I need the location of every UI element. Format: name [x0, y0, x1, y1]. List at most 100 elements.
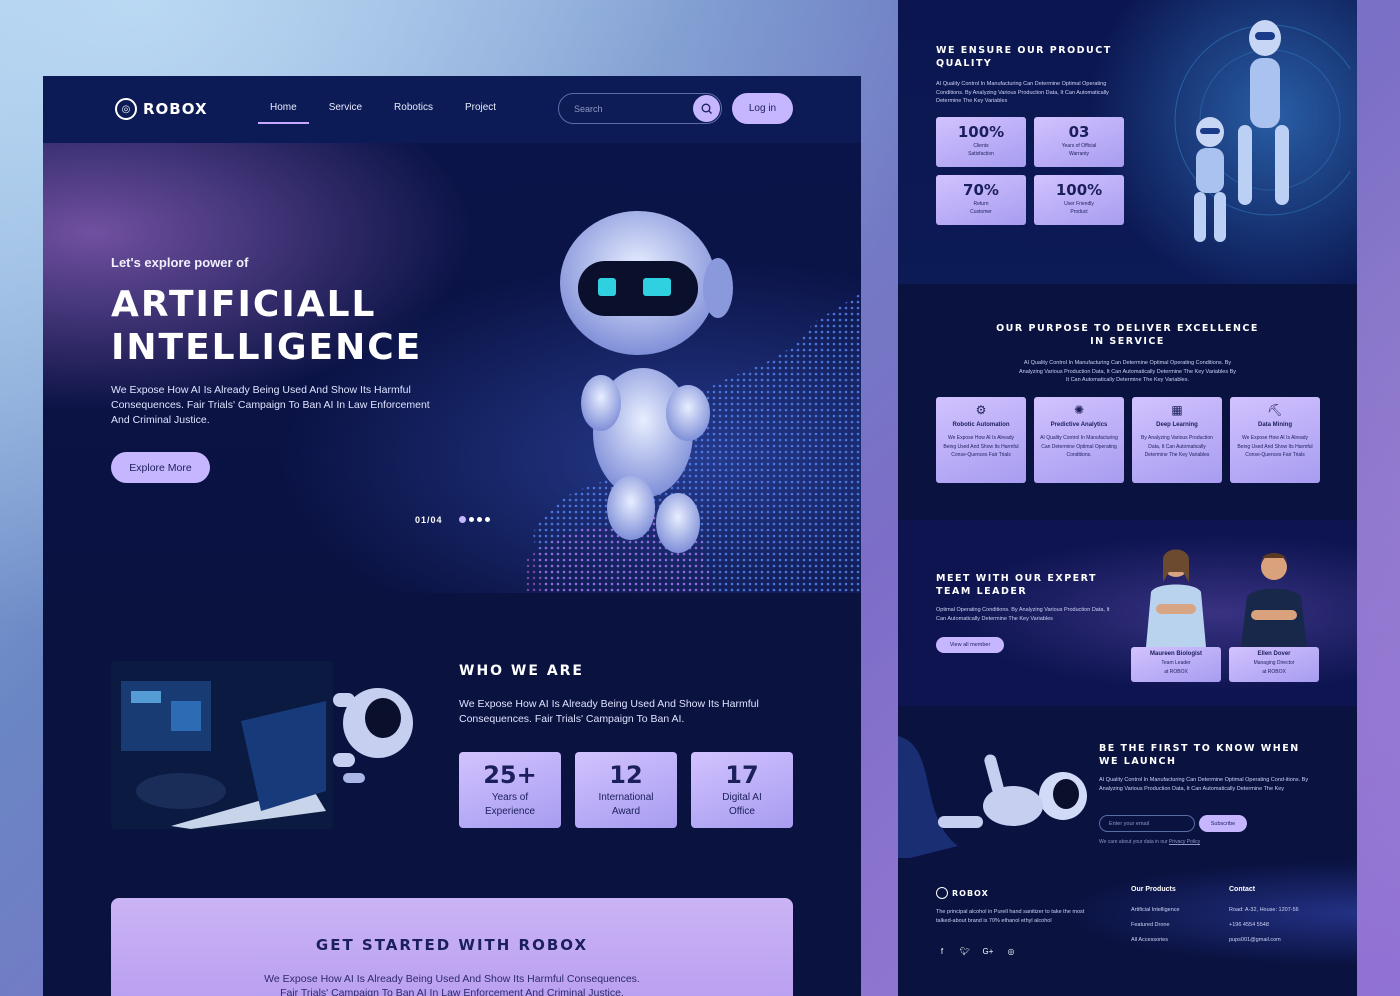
quality-title: WE ENSURE OUR PRODUCT QUALITY: [936, 44, 1112, 70]
quality-title-line1: WE ENSURE OUR PRODUCT: [936, 45, 1112, 56]
quality-card-user-friendly: 100% User Friendly Product: [1034, 175, 1124, 225]
quality-card-label: Years of Official Warranty: [1034, 142, 1124, 158]
privacy-policy-link[interactable]: Privacy Policy: [1169, 839, 1200, 845]
logo-icon: ◎: [115, 98, 137, 120]
quality-card-satisfaction: 100% Clients Satisfaction: [936, 117, 1026, 167]
purpose-section: OUR PURPOSE TO DELIVER EXCELLENCE IN SER…: [898, 284, 1357, 520]
slide-dot-1[interactable]: [459, 516, 466, 523]
quality-card-value: 03: [1068, 123, 1090, 141]
member-role-line2: at ROBOX: [1262, 668, 1286, 675]
service-card-desc: We Expose How AI Is Already Being Used A…: [943, 435, 1019, 458]
facebook-icon[interactable]: f: [936, 945, 948, 957]
humanoid-robots-image: [1174, 20, 1350, 242]
team-title: MEET WITH OUR EXPERT TEAM LEADER: [936, 572, 1097, 598]
navbar: ◎ ROBOX Home Service Robotics Project Se…: [43, 76, 861, 143]
login-button[interactable]: Log in: [732, 93, 793, 124]
quality-label-line2: Product: [1070, 209, 1088, 215]
nav-robotics[interactable]: Robotics: [382, 102, 445, 124]
landing-page-secondary: WE ENSURE OUR PRODUCT QUALITY AI Quality…: [898, 0, 1357, 996]
quality-card-value: 100%: [957, 123, 1005, 141]
service-card-robotic-automation[interactable]: ⚙ Robotic Automation We Expose How AI Is…: [936, 397, 1026, 483]
purpose-title-line2: IN SERVICE: [1090, 336, 1165, 347]
member-name: Maureen Biologist: [1149, 651, 1202, 657]
launch-title: BE THE FIRST TO KNOW WHEN WE LAUNCH: [1099, 742, 1300, 768]
view-all-members-button[interactable]: View all member: [936, 637, 1004, 653]
search-input[interactable]: Search: [558, 93, 722, 124]
purpose-title: OUR PURPOSE TO DELIVER EXCELLENCE IN SER…: [898, 322, 1357, 348]
quality-label-line1: Years of Official: [1061, 143, 1097, 149]
stat-label: Digital AI Office: [691, 791, 793, 819]
footer-contact-title: Contact: [1229, 886, 1256, 893]
service-card-deep-learning[interactable]: ▦ Deep Learning By Analyzing Various Pro…: [1132, 397, 1222, 483]
explore-more-button[interactable]: Explore More: [111, 452, 210, 483]
launch-title-line1: BE THE FIRST TO KNOW WHEN: [1099, 743, 1300, 754]
twitter-icon[interactable]: 🐦︎: [959, 945, 971, 957]
brain-chart-icon: ✺: [1073, 403, 1085, 417]
nav-service[interactable]: Service: [317, 102, 374, 124]
purpose-desc-line1: AI Quality Control In Manufacturing Can …: [1023, 360, 1232, 366]
slide-dot-3[interactable]: [477, 517, 482, 522]
purpose-desc-line2: Analyzing Various Production Data, It Ca…: [1018, 368, 1237, 375]
footer-contact-phone[interactable]: +196 4554 5548: [1229, 922, 1269, 928]
slide-dot-4[interactable]: [485, 517, 490, 522]
quality-label-line2: Customer: [970, 209, 992, 215]
stat-card-award: 12 International Award: [575, 752, 677, 828]
footer-logo-text: ROBOX: [952, 888, 989, 898]
purpose-title-line1: OUR PURPOSE TO DELIVER EXCELLENCE: [996, 323, 1259, 334]
logo-icon: [936, 887, 948, 899]
footer-product-link[interactable]: All Accessories: [1131, 937, 1168, 943]
launch-title-line2: WE LAUNCH: [1099, 756, 1177, 767]
subscribe-button[interactable]: Subscribe: [1199, 815, 1247, 832]
launch-description: AI Quality Control In Manufacturing Can …: [1099, 777, 1309, 792]
hero-title-line2: INTELLIGENCE: [111, 327, 423, 368]
instagram-icon[interactable]: ◎: [1005, 945, 1017, 957]
stat-label-line1: International: [598, 792, 654, 803]
get-started-section: GET STARTED WITH ROBOX We Expose How AI …: [111, 898, 793, 996]
slide-dots: [459, 516, 490, 523]
quality-description: AI Quality Control In Manufacturing Can …: [936, 81, 1109, 104]
search-button[interactable]: [693, 95, 720, 122]
robot-arm-icon: ⚙: [975, 403, 987, 417]
team-member-card[interactable]: Maureen Biologist Team Leader at ROBOX: [1131, 542, 1221, 682]
footer-product-link[interactable]: Featured Drone: [1131, 922, 1170, 928]
member-role: Team Leader at ROBOX: [1131, 659, 1221, 676]
hero-title-line1: ARTIFICIALL: [111, 284, 377, 325]
quality-section: WE ENSURE OUR PRODUCT QUALITY AI Quality…: [898, 0, 1357, 284]
member-name: Ellen Dover: [1257, 651, 1291, 657]
footer: ROBOX The principal alcohol in Purell ha…: [898, 858, 1357, 996]
get-started-description: We Expose How AI Is Already Being Used A…: [111, 972, 793, 996]
footer-logo[interactable]: ROBOX: [936, 887, 989, 899]
quality-label-line2: Satisfaction: [968, 151, 994, 157]
email-field[interactable]: Enter your email: [1099, 815, 1195, 832]
team-description: Optimal Operating Conditions. By Analyzi…: [936, 607, 1110, 622]
service-card-data-mining[interactable]: ⛏ Data Mining We Expose How AI Is Alread…: [1230, 397, 1320, 483]
quality-card-label: Return Customer: [936, 200, 1026, 216]
nav-project[interactable]: Project: [453, 102, 508, 124]
slide-dot-2[interactable]: [469, 517, 474, 522]
service-card-predictive-analytics[interactable]: ✺ Predictive Analytics AI Quality Contro…: [1034, 397, 1124, 483]
footer-product-link[interactable]: Artificial Intelligence: [1131, 907, 1180, 913]
stat-label-line1: Digital AI: [722, 792, 762, 803]
logo-text: ROBOX: [143, 100, 208, 118]
brand-logo[interactable]: ◎ ROBOX: [115, 98, 208, 120]
footer-contact-email[interactable]: pups001@gmail.com: [1229, 937, 1281, 943]
member-role-line2: at ROBOX: [1164, 668, 1188, 675]
data-mining-icon: ⛏: [1267, 403, 1283, 417]
quality-card-label: User Friendly Product: [1034, 200, 1124, 216]
purpose-desc-line3: It Can Automatically Determine The Key V…: [1066, 377, 1189, 383]
stat-label-line2: Award: [611, 806, 641, 817]
service-card-desc: We Expose How AI Is Already Being Used A…: [1237, 435, 1313, 458]
quality-card-warranty: 03 Years of Official Warranty: [1034, 117, 1124, 167]
get-started-desc-line2: Fair Trials' Campaign To Ban AI In Law E…: [280, 987, 624, 996]
quality-label-line1: Return: [973, 201, 989, 207]
launch-section: BE THE FIRST TO KNOW WHEN WE LAUNCH AI Q…: [898, 706, 1357, 861]
stat-value: 12: [609, 761, 643, 789]
quality-label-line2: Warranty: [1068, 151, 1090, 157]
stat-label-line2: Experience: [484, 806, 536, 817]
service-card-title: Robotic Automation: [952, 422, 1010, 428]
hero-eyebrow: Let's explore power of: [111, 255, 249, 270]
team-member-card[interactable]: Ellen Dover Managing Director at ROBOX: [1229, 542, 1319, 682]
stat-value: 17: [725, 761, 759, 789]
nav-home[interactable]: Home: [258, 102, 309, 124]
google-plus-icon[interactable]: G+: [982, 945, 994, 957]
